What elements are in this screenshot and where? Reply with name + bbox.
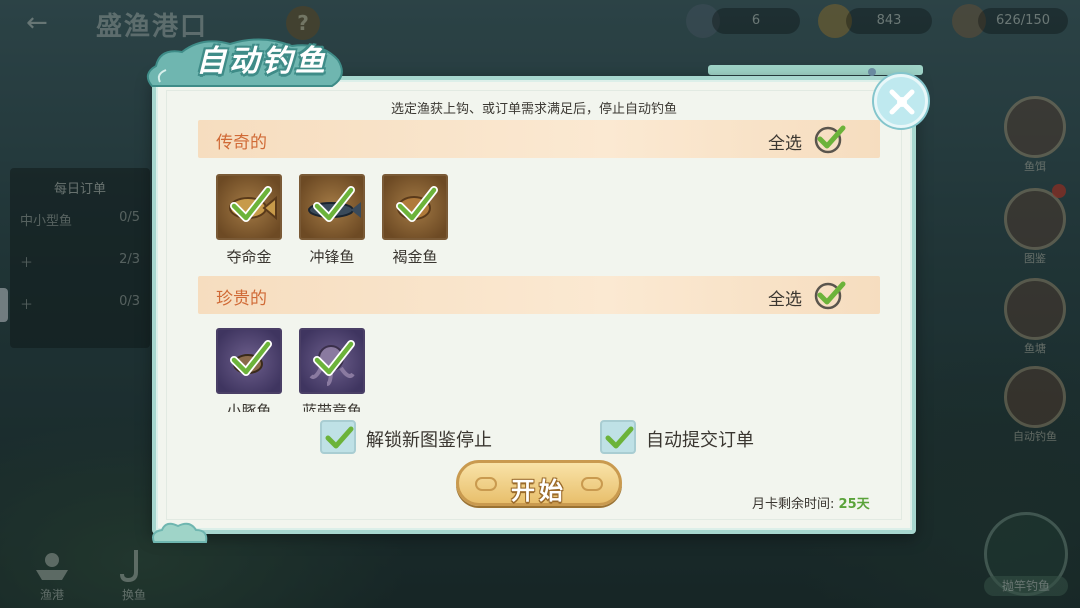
monthly-card-timer: 月卡剩余时间: 25天 [752, 493, 870, 512]
close-pin-decoration [868, 68, 876, 76]
ornament-decoration [581, 477, 603, 491]
fish-slot[interactable] [216, 328, 282, 394]
cloud-decoration [150, 520, 210, 546]
fish-selection-list[interactable]: 传奇的 全选 夺命金 冲锋鱼 褐金鱼 珍贵的 全选 小豚鱼 蓝带章鱼 [198, 120, 880, 412]
check-icon [325, 426, 354, 449]
select-all-checkbox[interactable] [814, 280, 846, 310]
fish-name: 蓝带章鱼 [301, 402, 362, 412]
fish-slot[interactable] [216, 174, 282, 240]
option-label: 自动提交订单 [646, 430, 754, 451]
check-icon [814, 281, 846, 310]
fish-name: 夺命金 [226, 248, 272, 266]
fish-slot[interactable] [299, 328, 365, 394]
dialog-decoration [708, 65, 923, 75]
section-title: 传奇的 [216, 133, 267, 153]
select-all-label[interactable]: 全选 [768, 285, 802, 310]
check-icon [605, 426, 634, 449]
check-icon [814, 125, 846, 154]
fish-name: 褐金鱼 [392, 248, 438, 266]
select-all-label[interactable]: 全选 [768, 129, 802, 154]
option-label: 解锁新图鉴停止 [366, 430, 492, 451]
start-button[interactable]: 开始 [456, 460, 622, 506]
dialog-title: 自动钓鱼 [196, 44, 328, 79]
section-header-precious: 珍贵的 全选 [198, 276, 880, 314]
select-all-checkbox[interactable] [814, 124, 846, 154]
fish-slot[interactable] [299, 174, 365, 240]
stop-on-new-entry-checkbox[interactable] [320, 420, 356, 454]
section-header-legendary: 传奇的 全选 [198, 120, 880, 158]
close-icon [889, 89, 915, 115]
auto-submit-orders-checkbox[interactable] [600, 420, 636, 454]
timer-label: 月卡剩余时间: [752, 497, 835, 512]
timer-value: 25天 [838, 497, 870, 512]
dialog-subtitle: 选定渔获上钩、或订单需求满足后，停止自动钓鱼 [390, 102, 677, 117]
section-title: 珍贵的 [216, 289, 267, 309]
fish-name: 小豚鱼 [226, 402, 272, 412]
close-button[interactable] [874, 74, 928, 128]
fish-slot[interactable] [382, 174, 448, 240]
fish-name: 冲锋鱼 [309, 248, 355, 266]
